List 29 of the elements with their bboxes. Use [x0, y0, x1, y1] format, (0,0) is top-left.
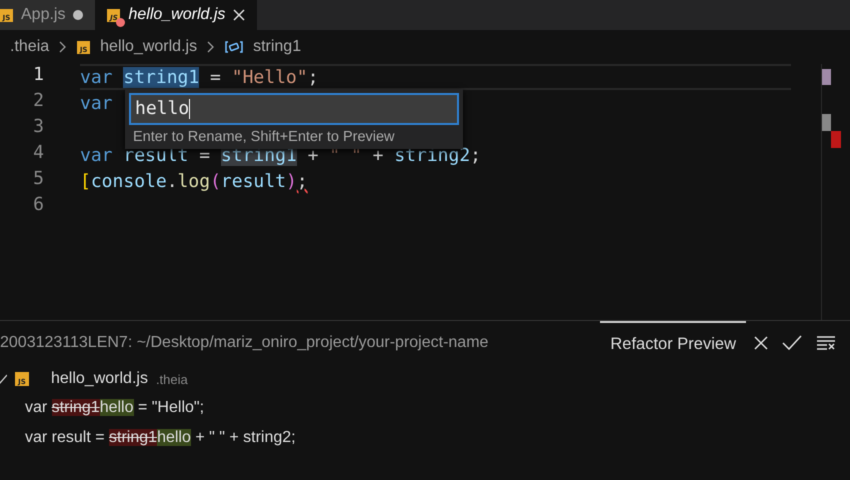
refactor-preview-tab[interactable]: Refactor Preview	[600, 321, 746, 365]
file-name[interactable]: hello_world.js	[51, 370, 148, 388]
code-line: var string1 = "Hello";	[80, 66, 318, 88]
line-number: 6	[32, 194, 44, 217]
line-number: 3	[32, 116, 44, 139]
breadcrumb-item[interactable]: string1	[253, 38, 302, 56]
breadcrumb-item[interactable]: .theia	[10, 38, 50, 56]
checkmark-icon[interactable]	[782, 335, 802, 351]
clear-list-icon[interactable]	[816, 335, 836, 351]
tab-label: hello_world.js	[128, 6, 226, 24]
code-line: var	[80, 92, 113, 114]
change-line[interactable]: var string1hello = "Hello";	[0, 393, 850, 423]
close-icon[interactable]	[754, 336, 768, 350]
change-line[interactable]: var result = string1hello + " " + string2;	[0, 423, 850, 453]
line-number: 2	[32, 90, 44, 113]
line-number: 1	[32, 64, 44, 87]
rename-input-field[interactable]: hello	[129, 93, 459, 125]
terminal-title: 2003123113LEN7: ~/Desktop/mariz_oniro_project/your-project-name	[0, 334, 488, 352]
tab-label: App.js	[21, 6, 66, 24]
line-number: 5	[32, 168, 44, 191]
close-icon[interactable]	[233, 9, 246, 21]
line-number: 4	[32, 142, 44, 165]
breadcrumb-item[interactable]: hello_world.js	[100, 38, 198, 56]
variable-icon	[225, 41, 244, 53]
folder-name: .theia	[156, 372, 188, 386]
rename-hint: Enter to Rename, Shift+Enter to Preview	[132, 128, 396, 145]
code-line: [console.log(result);	[80, 170, 308, 192]
chevron-right-icon	[207, 41, 216, 53]
chevron-right-icon	[59, 41, 68, 53]
